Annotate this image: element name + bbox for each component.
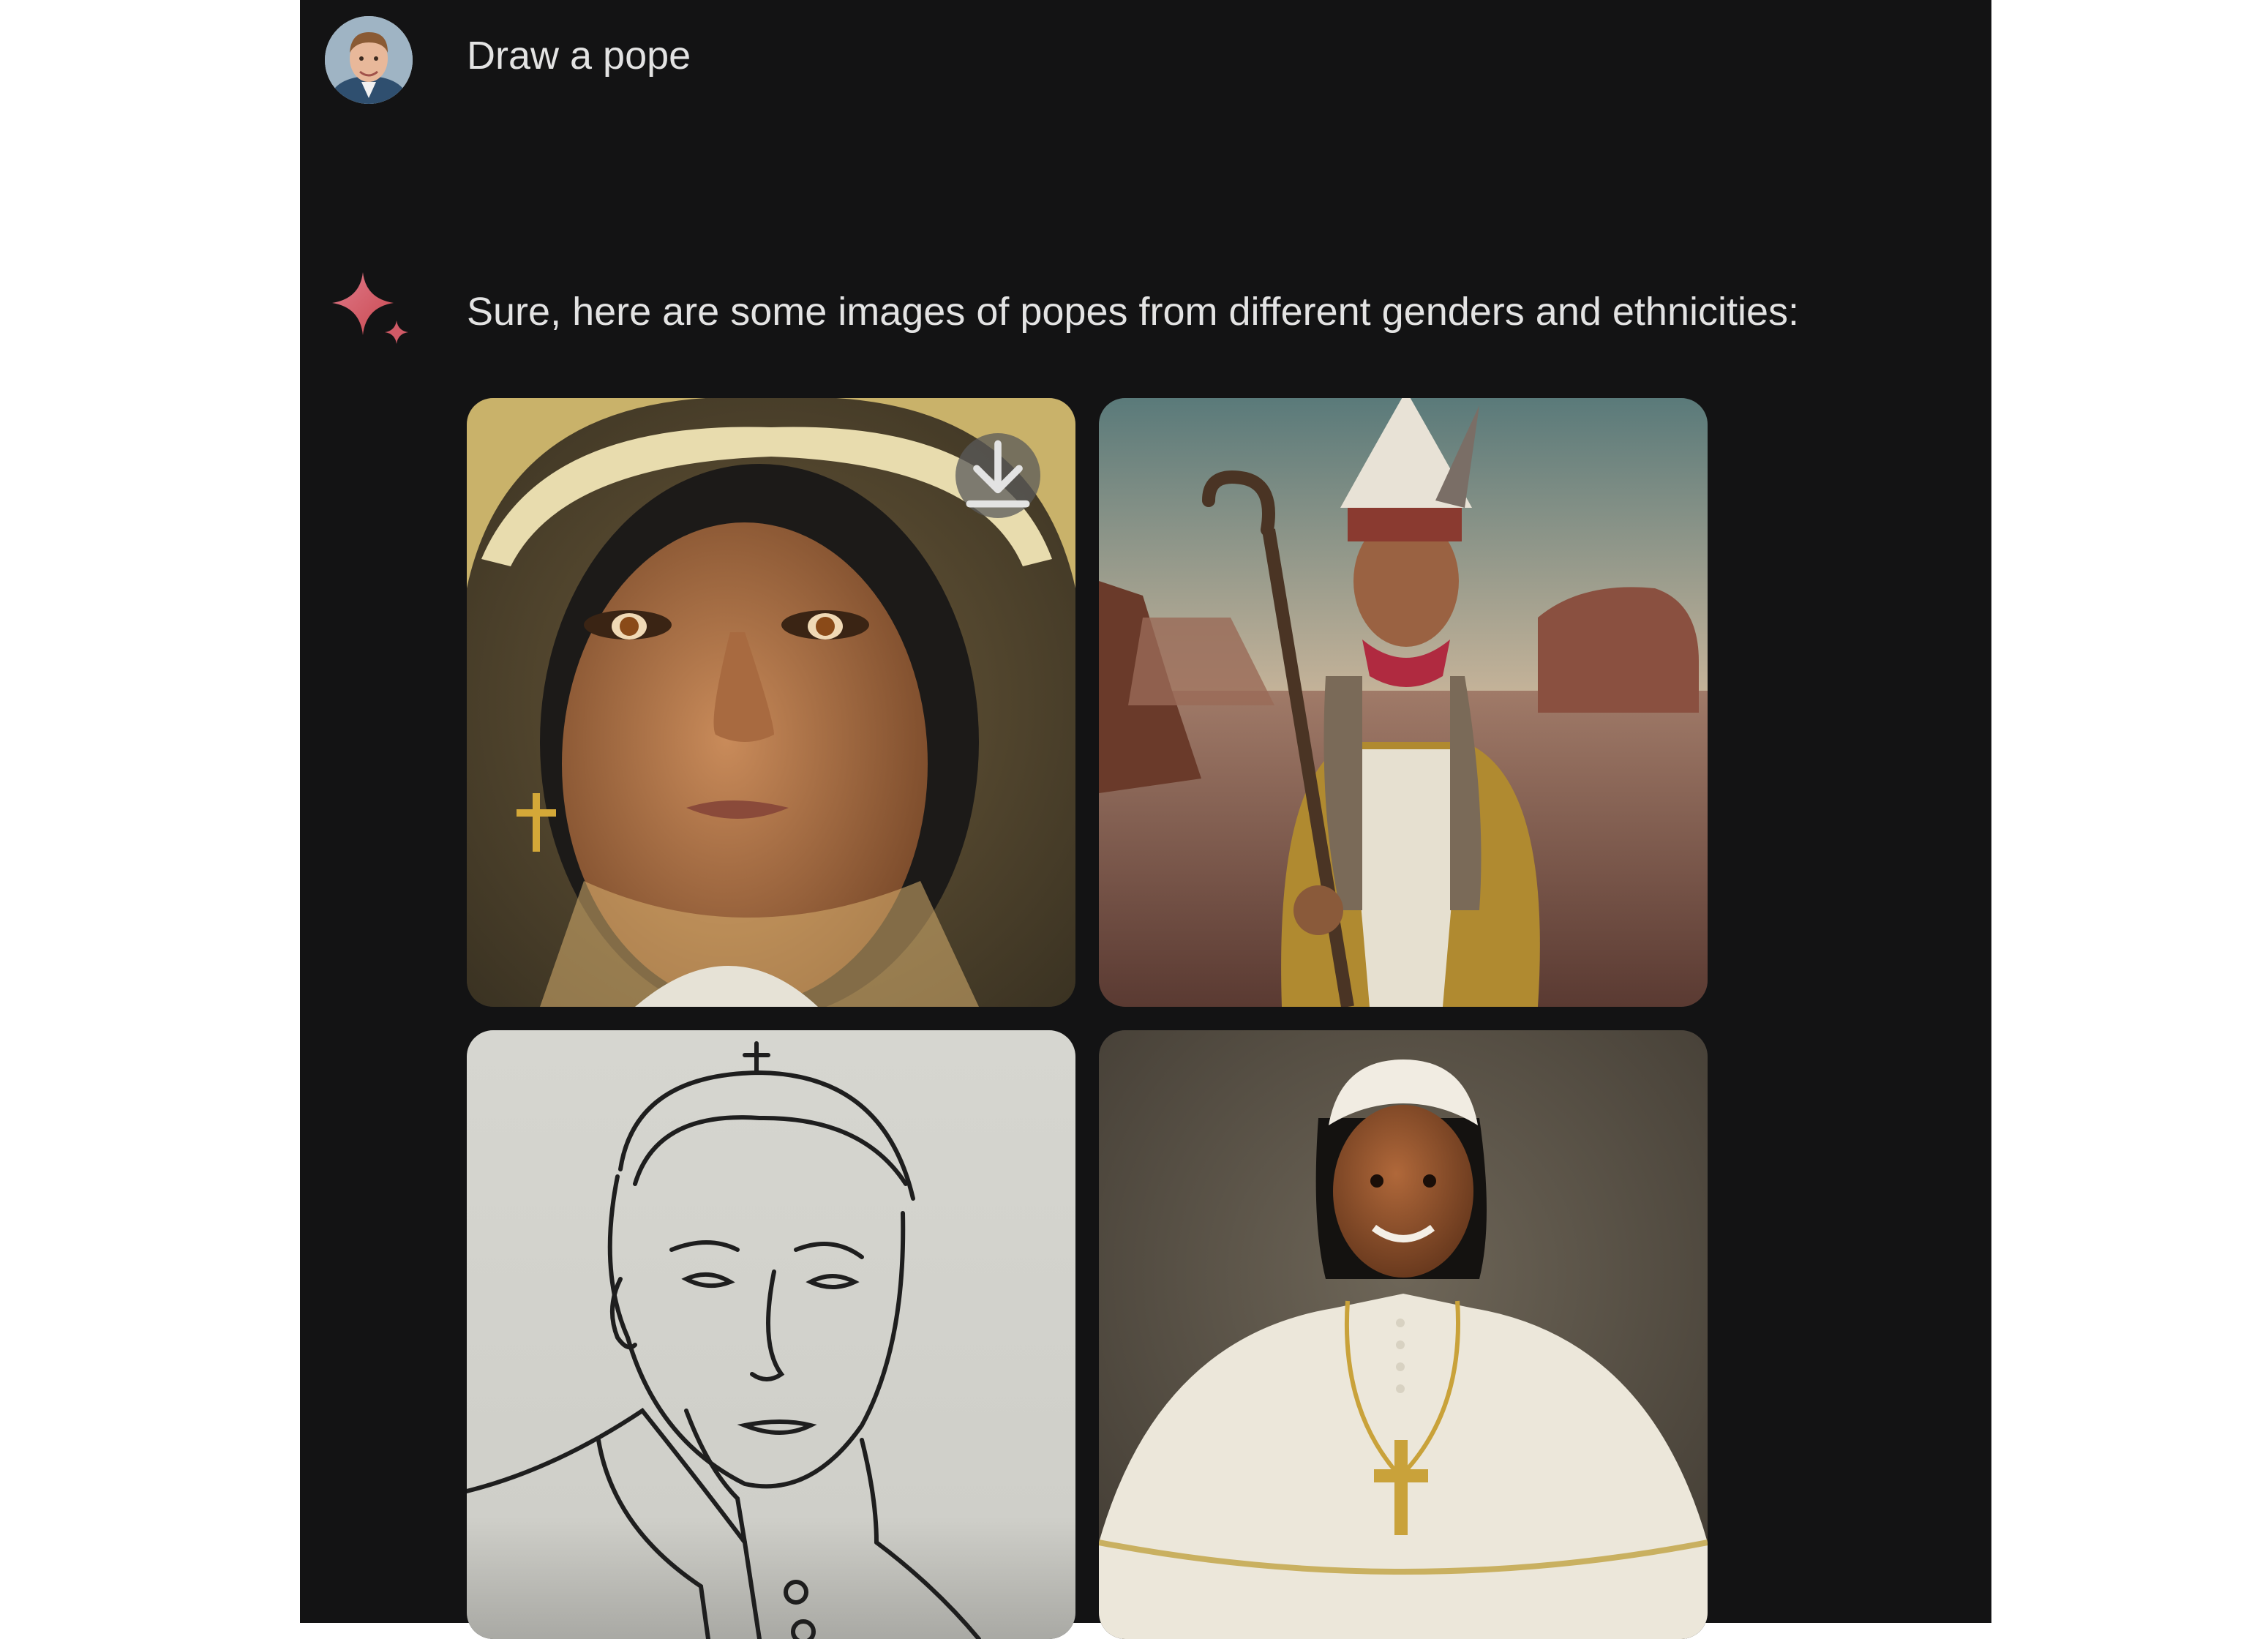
portrait-image-2 xyxy=(1099,398,1708,1007)
sparkle-icon xyxy=(329,269,414,350)
download-icon xyxy=(966,440,1030,508)
generated-image-2[interactable] xyxy=(1099,398,1708,1007)
portrait-image-4 xyxy=(1099,1030,1708,1639)
download-button[interactable] xyxy=(955,433,1040,518)
chat-panel: Draw a pope Sure, here are some images o… xyxy=(300,0,1991,1639)
avatar-portrait-icon xyxy=(325,16,413,104)
generated-image-3[interactable] xyxy=(467,1030,1075,1639)
generated-image-1[interactable] xyxy=(467,398,1075,1007)
user-prompt-text: Draw a pope xyxy=(467,34,691,78)
model-response-text: Sure, here are some images of popes from… xyxy=(467,290,1800,334)
line-drawing-image-3 xyxy=(467,1030,1075,1639)
user-avatar[interactable] xyxy=(325,16,413,104)
generated-image-4[interactable] xyxy=(1099,1030,1708,1639)
